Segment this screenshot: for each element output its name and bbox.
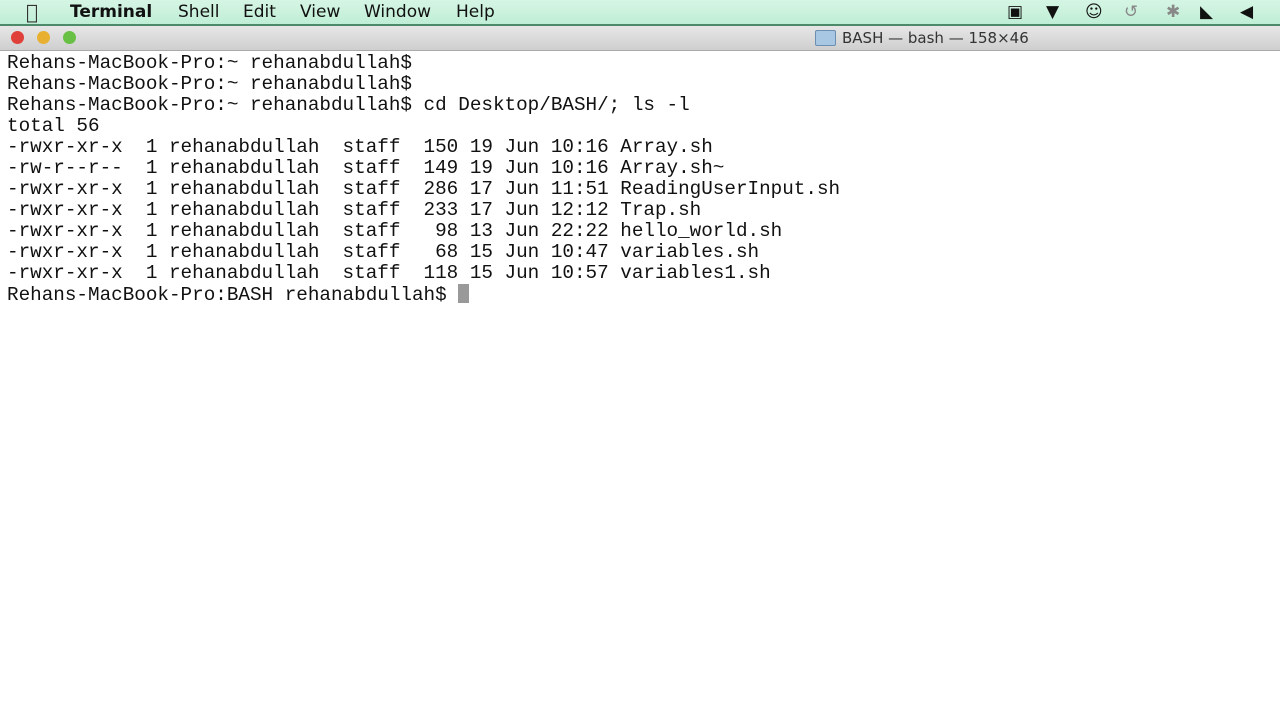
bluetooth-icon[interactable]: ✱: [1166, 2, 1180, 22]
accessibility-icon[interactable]: ☺: [1085, 2, 1103, 22]
terminal-line: -rwxr-xr-x 1 rehanabdullah staff 150 19 …: [7, 136, 713, 158]
cursor: [458, 284, 470, 303]
folder-icon: [815, 30, 836, 46]
terminal-line: Rehans-MacBook-Pro:~ rehanabdullah$ cd D…: [7, 94, 690, 116]
menu-window[interactable]: Window: [364, 2, 431, 22]
prompt-line[interactable]: Rehans-MacBook-Pro:BASH rehanabdullah$: [7, 284, 840, 306]
screen-record-icon[interactable]: ▣: [1007, 2, 1023, 22]
terminal-line: -rwxr-xr-x 1 rehanabdullah staff 233 17 …: [7, 199, 702, 221]
terminal-line: -rwxr-xr-x 1 rehanabdullah staff 98 13 J…: [7, 220, 783, 242]
terminal-line: Rehans-MacBook-Pro:~ rehanabdullah$: [7, 73, 412, 95]
terminal-output[interactable]: Rehans-MacBook-Pro:~ rehanabdullah$ Rehan…: [7, 53, 840, 306]
menu-help[interactable]: Help: [456, 2, 495, 22]
menu-view[interactable]: View: [300, 2, 340, 22]
time-machine-icon[interactable]: ↺: [1124, 2, 1138, 22]
terminal-line: -rw-r--r-- 1 rehanabdullah staff 149 19 …: [7, 157, 725, 179]
menu-edit[interactable]: Edit: [243, 2, 276, 22]
menu-bar:  Terminal Shell Edit View Window Help ▣…: [0, 0, 1280, 26]
terminal-line: total 56: [7, 115, 100, 137]
prompt: Rehans-MacBook-Pro:BASH rehanabdullah$: [7, 284, 459, 306]
wifi-icon[interactable]: ◣: [1200, 2, 1213, 22]
volume-icon[interactable]: ◀: [1240, 2, 1253, 22]
terminal-line: -rwxr-xr-x 1 rehanabdullah staff 68 15 J…: [7, 241, 760, 263]
terminal-line: -rwxr-xr-x 1 rehanabdullah staff 118 15 …: [7, 262, 771, 284]
terminal-line: Rehans-MacBook-Pro:~ rehanabdullah$: [7, 52, 412, 74]
window-title-text: BASH — bash — 158×46: [842, 29, 1029, 47]
minimize-button[interactable]: [37, 31, 50, 44]
window-titlebar: BASH — bash — 158×46: [0, 26, 1280, 51]
apple-menu-icon[interactable]: : [26, 0, 38, 24]
close-button[interactable]: [11, 31, 24, 44]
menu-terminal[interactable]: Terminal: [70, 2, 152, 22]
window-title: BASH — bash — 158×46: [815, 29, 1029, 47]
terminal-line: -rwxr-xr-x 1 rehanabdullah staff 286 17 …: [7, 178, 841, 200]
zoom-button[interactable]: [63, 31, 76, 44]
airplay-icon[interactable]: ▼: [1046, 2, 1059, 22]
menu-shell[interactable]: Shell: [178, 2, 219, 22]
